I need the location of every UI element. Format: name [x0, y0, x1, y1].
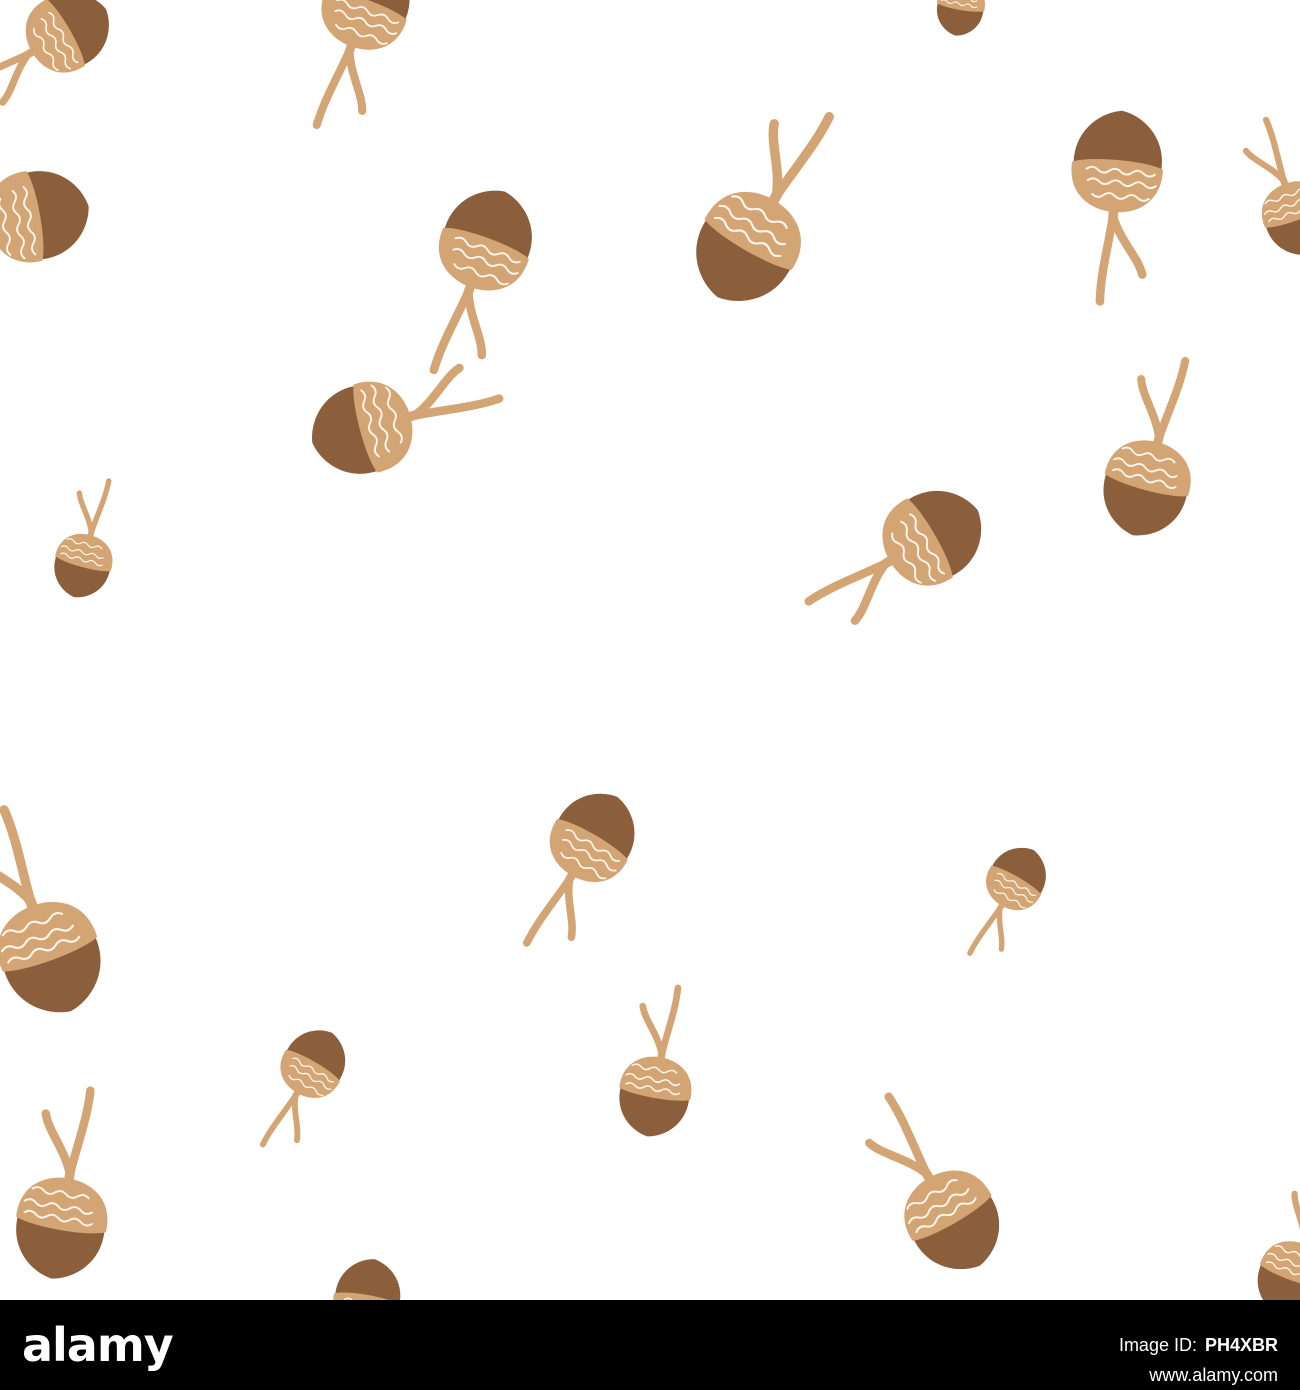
footer-url: www.alamy.com — [1149, 1365, 1278, 1385]
acorn-icon — [0, 171, 89, 263]
acorn-icon — [429, 190, 532, 375]
acorn-icon — [259, 1030, 346, 1148]
acorn-icon — [54, 478, 113, 598]
acorn-icon — [804, 490, 982, 625]
acorn-icon — [865, 1092, 1000, 1270]
acorn-pattern — [0, 0, 1300, 1300]
image-id-label: Image ID: — [1118, 1335, 1197, 1355]
brand-logo: alamy — [22, 1318, 174, 1372]
acorn-icon — [967, 847, 1046, 956]
acorn-icon — [312, 0, 410, 130]
acorn-icon — [16, 1086, 108, 1279]
acorn-icon — [1071, 110, 1163, 306]
acorn-icon — [936, 0, 985, 36]
stock-footer-bar: alamy Image ID: PH4XBR www.alamy.com — [0, 1300, 1300, 1390]
acorn-icon — [619, 984, 692, 1137]
acorn-icon — [0, 0, 109, 106]
acorn-icon — [696, 112, 834, 301]
acorn-icon — [312, 363, 504, 474]
image-id: PH4XBR — [1204, 1335, 1278, 1355]
acorn-icon — [333, 1259, 401, 1300]
acorn-icon — [1103, 356, 1191, 536]
acorn-icon — [1257, 1179, 1300, 1300]
acorn-icon — [523, 793, 635, 947]
footer-info: Image ID: PH4XBR www.alamy.com — [1119, 1330, 1278, 1390]
acorn-icon — [1242, 116, 1300, 255]
acorn-icon — [0, 805, 101, 1013]
acorn-pattern-canvas — [0, 0, 1300, 1300]
